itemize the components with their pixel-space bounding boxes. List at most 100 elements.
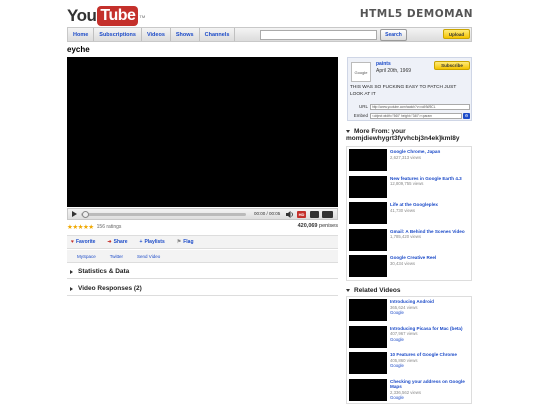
avatar[interactable]: Google [351, 62, 371, 82]
more-from-list: Google Chrome, Japan 2,627,313 views New … [346, 146, 472, 281]
expand-arrow-icon [70, 269, 73, 274]
demo-title: HTML5 DEMOMAN [359, 8, 473, 20]
popout-icon[interactable] [310, 211, 319, 218]
video-title: eyche [67, 45, 90, 54]
collapse-arrow-icon [346, 129, 350, 133]
video-thumbnail[interactable] [349, 299, 387, 321]
video-description: THIS WAS SO FUCKING EASY TO PATCH JUST L… [350, 85, 457, 97]
statistics-label: Statistics & Data [78, 268, 130, 275]
video-link[interactable]: Introducing Picasa for Mac (beta) [390, 326, 463, 331]
embed-row: Embed <object width="560" height="340"><… [350, 112, 470, 119]
share-icon: ➜ [107, 239, 112, 245]
action-bar: ♥ Favorite ➜ Share + Playlists ⚑ Flag [67, 235, 338, 249]
video-link[interactable]: Introducing Android [390, 299, 434, 304]
nav-channels[interactable]: Channels [200, 28, 236, 41]
list-item[interactable]: New features in Google Earth 4.3 12,809,7… [347, 174, 471, 201]
video-link[interactable]: Gmail: A Behind the Scenes Video [390, 229, 465, 234]
video-views: 365,624 views [390, 304, 418, 310]
video-thumbnail[interactable] [349, 325, 387, 348]
video-link[interactable]: Life at the Googleplex [390, 202, 438, 207]
share-label: Share [113, 239, 128, 245]
video-link[interactable]: Google Creative Reel [390, 255, 436, 260]
fullscreen-icon[interactable] [322, 211, 333, 218]
list-item[interactable]: 10 Features of Google Chrome 405,860 view… [347, 350, 471, 377]
list-item[interactable]: Life at the Googleplex 41,730 views [347, 200, 471, 227]
player-controls: 00:00 / 00:05 HD [67, 208, 338, 220]
playlists-button[interactable]: + Playlists [140, 239, 165, 245]
star-rating-icon[interactable]: ★★★★★ [67, 223, 94, 231]
embed-field[interactable]: <object width="560" height="340"><param [370, 112, 462, 119]
nav-videos[interactable]: Videos [142, 28, 171, 41]
video-uploader[interactable]: Google [390, 363, 404, 368]
share-send-video[interactable]: Send Video [137, 254, 160, 259]
view-count: 420,069 penises [298, 223, 338, 229]
embed-label: Embed [353, 113, 368, 118]
video-responses-label: Video Responses (2) [78, 285, 142, 292]
list-item[interactable]: Google Creative Reel 30,434 views [347, 253, 471, 280]
video-responses-section[interactable]: Video Responses (2) [67, 282, 338, 296]
nav-home[interactable]: Home [68, 28, 95, 41]
video-views: 1,785,420 views [390, 234, 422, 239]
video-thumbnail[interactable] [349, 149, 387, 171]
list-item[interactable]: Checking your address on Google Maps 2,33… [347, 377, 471, 404]
scrub-handle[interactable] [82, 211, 89, 218]
video-link[interactable]: Google Chrome, Japan [390, 149, 440, 154]
url-row: URL http://www.youtube.com/watch?v=xoiNW… [350, 103, 470, 110]
video-uploader[interactable]: Google [390, 395, 404, 400]
playlists-label: Playlists [144, 239, 165, 245]
subscribe-button[interactable]: Subscribe [434, 61, 470, 70]
nav-shows[interactable]: Shows [171, 28, 200, 41]
video-uploader[interactable]: Google [390, 337, 404, 342]
video-thumbnail[interactable] [349, 378, 387, 401]
favorite-button[interactable]: ♥ Favorite [71, 239, 95, 245]
play-icon[interactable] [72, 211, 77, 217]
share-links: MySpace Twitter Send Video [67, 250, 338, 263]
volume-icon[interactable] [286, 211, 294, 218]
search-button[interactable]: Search [380, 29, 407, 41]
video-views: 405,860 views [390, 357, 418, 363]
video-uploader[interactable]: Google [390, 310, 404, 315]
search-input[interactable] [260, 30, 377, 40]
list-item[interactable]: Introducing Android 365,624 views Google [347, 297, 471, 324]
more-from-label: More From: your momjdiewhygrt3fyvhcbj3n4… [346, 128, 460, 142]
url-label: URL [358, 104, 368, 109]
video-thumbnail[interactable] [349, 175, 387, 198]
video-player[interactable] [67, 57, 338, 207]
list-item[interactable]: Introducing Picasa for Mac (beta) 407,967… [347, 324, 471, 351]
ratings-count: 156 ratings [96, 224, 122, 230]
share-myspace[interactable]: MySpace [77, 254, 96, 259]
nav-subscriptions[interactable]: Subscriptions [94, 28, 142, 41]
list-item[interactable]: Google Chrome, Japan 2,627,313 views [347, 147, 471, 174]
video-thumbnail[interactable] [349, 255, 387, 277]
video-views: 2,627,313 views [390, 154, 422, 160]
statistics-section[interactable]: Statistics & Data [67, 265, 338, 279]
video-views: 2,336,562 views [390, 389, 422, 395]
expand-arrow-icon [70, 286, 73, 291]
youtube-logo[interactable]: You Tube TM [67, 6, 145, 26]
share-button[interactable]: ➜ Share [107, 239, 127, 245]
video-thumbnail[interactable] [349, 228, 387, 251]
gear-icon[interactable]: ⚙ [463, 112, 470, 119]
view-number: 420,069 [297, 223, 318, 229]
related-heading[interactable]: Related Videos [346, 287, 400, 294]
video-link[interactable]: Checking your address on Google Maps [390, 379, 465, 390]
list-item[interactable]: Gmail: A Behind the Scenes Video 1,785,42… [347, 227, 471, 254]
url-field[interactable]: http://www.youtube.com/watch?v=xoiNW5CL [370, 103, 470, 110]
video-thumbnail[interactable] [349, 202, 387, 224]
more-from-heading[interactable]: More From: your momjdiewhygrt3fyvhcbj3n4… [346, 128, 474, 142]
video-link[interactable]: 10 Features of Google Chrome [390, 352, 457, 357]
share-twitter[interactable]: Twitter [110, 254, 123, 259]
hd-icon[interactable]: HD [297, 211, 306, 218]
flag-icon: ⚑ [176, 239, 182, 245]
video-views: 41,730 views [390, 207, 416, 213]
channel-info-box: Google paints April 20th, 1969 Subscribe… [347, 57, 472, 121]
flag-button[interactable]: ⚑ Flag [177, 239, 194, 245]
upload-date: April 20th, 1969 [376, 68, 412, 74]
uploader-link[interactable]: paints [376, 61, 391, 67]
video-thumbnail[interactable] [349, 352, 387, 374]
logo-you: You [67, 6, 97, 25]
upload-button[interactable]: Upload [443, 29, 470, 39]
view-suffix: penises [319, 223, 338, 229]
progress-bar[interactable] [81, 213, 246, 216]
video-link[interactable]: New features in Google Earth 4.3 [390, 176, 462, 181]
